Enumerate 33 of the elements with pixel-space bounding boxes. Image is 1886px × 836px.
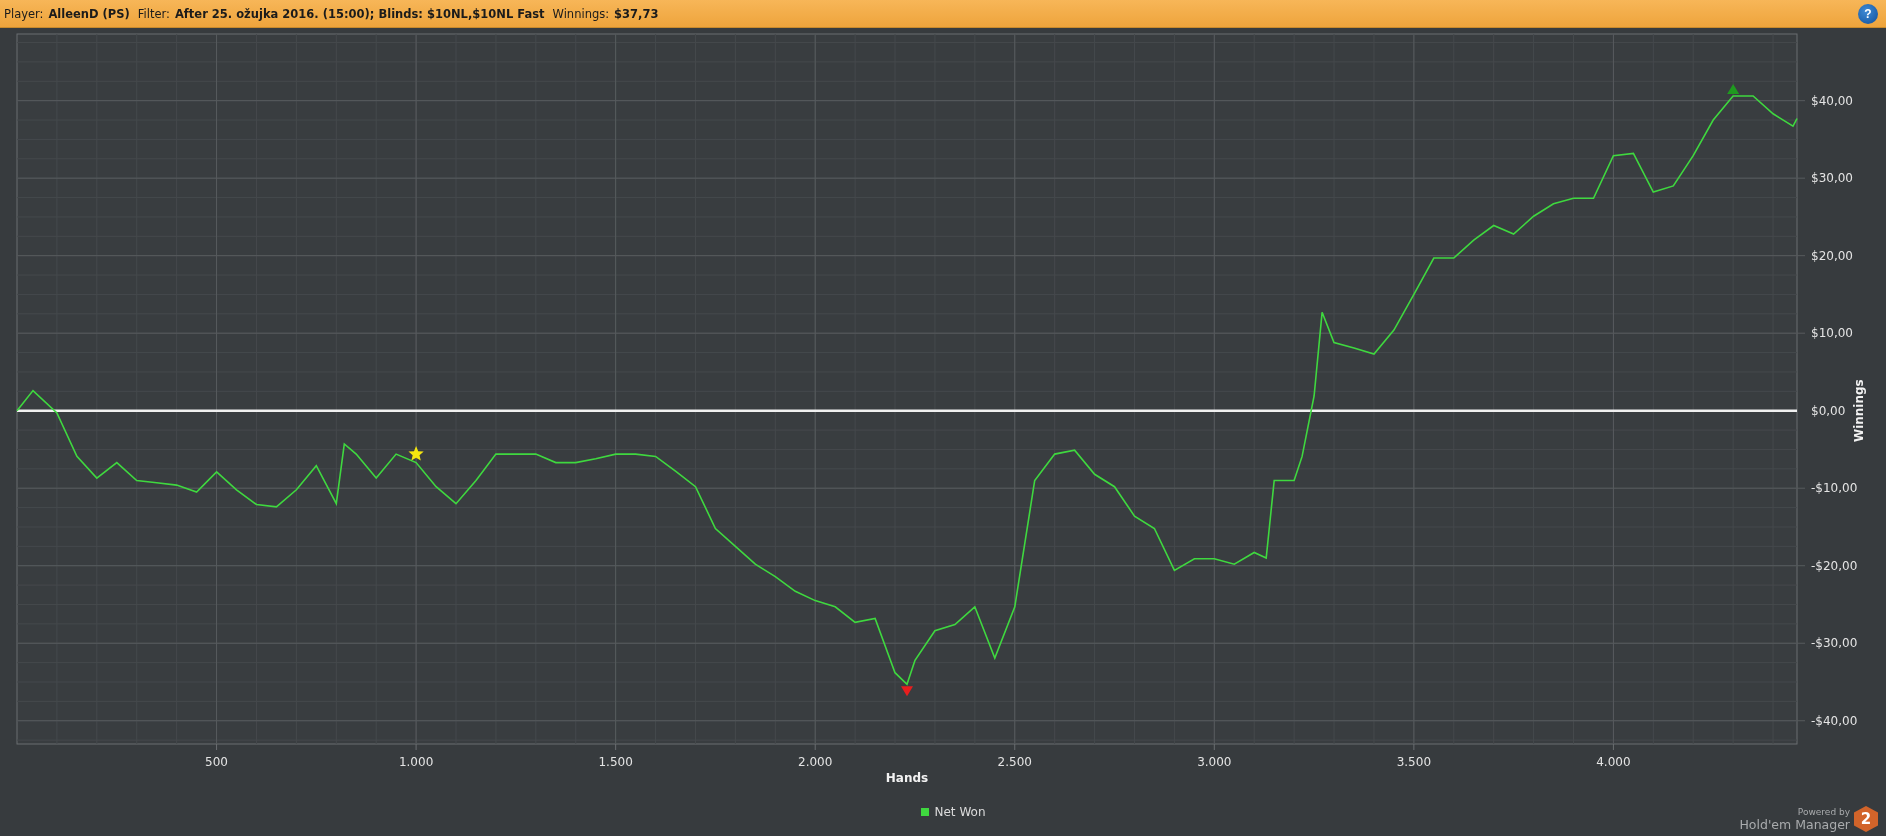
help-button[interactable]: ? [1858,3,1878,24]
axis-tick-label: 2.000 [798,755,833,769]
powered-by-text: Powered by [1797,806,1850,817]
field-value: $37,73 [614,6,659,21]
axis-tick-label: -$40,00 [1811,713,1858,728]
field-label: Filter: [137,6,170,21]
triangle-up-icon [1727,84,1740,94]
axis-title: Winnings [1852,379,1866,443]
axis-tick-label: -$30,00 [1811,636,1858,651]
axis-tick-label: 4.000 [1596,755,1631,769]
field-value: AlleenD (PS) [48,6,130,21]
axis-tick-label: 1.000 [398,755,434,769]
axis-tick-label: 2.500 [997,755,1032,769]
axis-title: Hands [885,771,929,785]
axis-tick-label: -$10,00 [1811,481,1858,496]
axis-tick-label: $10,00 [1811,326,1853,341]
legend-label: Net Won [934,805,986,819]
axis-tick-label: $40,00 [1811,93,1853,108]
field-label: Player: [4,6,44,21]
version-badge: 2 [1854,806,1878,832]
triangle-down-icon [901,686,913,697]
axis-tick-label: 3.000 [1197,755,1232,769]
axis-tick-label: $20,00 [1811,248,1853,263]
axis-tick-label: $30,00 [1811,171,1853,186]
field-label: Winnings: [552,6,610,21]
axis-tick-label: 3.500 [1396,755,1432,769]
product-name: Hold'em Manager [1739,816,1850,832]
axis-tick-label: 500 [205,755,228,769]
axis-tick-label: $0,00 [1811,403,1846,418]
axis-tick-label: -$20,00 [1811,558,1858,573]
star-icon [408,446,424,461]
field-value: After 25. ožujka 2016. (15:00); Blinds: $10NL,$10NL Fast [174,6,545,21]
axis-tick-label: 1.500 [598,755,633,769]
